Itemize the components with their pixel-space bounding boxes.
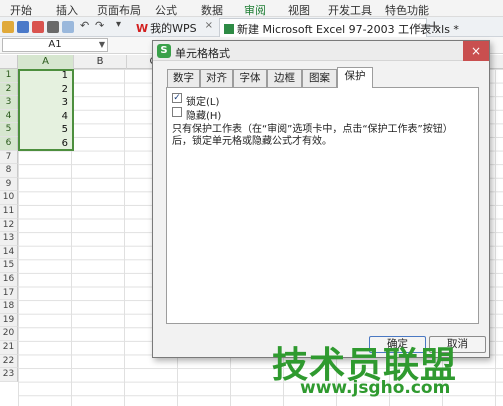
row-header-5[interactable]: 5 [0, 123, 18, 137]
dialog-title: 单元格格式 [175, 47, 230, 60]
menu-data[interactable]: 数据 [201, 2, 223, 18]
cell-a4[interactable]: 4 [18, 110, 72, 124]
menu-home[interactable]: 开始 [10, 2, 32, 18]
dialog-title-bar[interactable]: S 单元格格式 [153, 41, 489, 61]
row-header-23[interactable]: 23 [0, 368, 18, 382]
spreadsheet-icon [224, 24, 234, 34]
format-cells-dialog: S 单元格格式 × 数字 对齐 字体 边框 图案 保护 ✓ 锁定(L) 隐藏(H… [152, 40, 490, 358]
tab-font[interactable]: 字体 [233, 69, 267, 87]
locked-label: 锁定(L) [186, 97, 220, 108]
menu-review[interactable]: 审阅 [244, 2, 266, 18]
close-icon[interactable]: × [205, 20, 213, 31]
menu-formulas[interactable]: 公式 [155, 2, 177, 18]
column-header-b[interactable]: B [74, 55, 127, 69]
quick-access-toolbar: ↶ ↷ ▾ W 我的WPS × 新建 Microsoft Excel 97-200… [0, 17, 503, 37]
undo-icon[interactable]: ↶ [80, 19, 92, 32]
pdf-icon[interactable] [32, 21, 44, 33]
open-folder-icon[interactable] [2, 21, 14, 33]
cell-a1[interactable]: 1 [18, 69, 72, 83]
row-header-13[interactable]: 13 [0, 232, 18, 246]
row-header-3[interactable]: 3 [0, 96, 18, 110]
protection-panel: ✓ 锁定(L) 隐藏(H) 只有保护工作表（在“审阅”选项卡中，点击“保护工作表… [166, 87, 479, 324]
watermark-url: www.jsgho.com [300, 378, 451, 398]
wps-spreadsheet-logo-icon: S [157, 44, 171, 58]
menu-page-layout[interactable]: 页面布局 [97, 2, 141, 18]
row-header-1[interactable]: 1 [0, 69, 18, 83]
row-header-22[interactable]: 22 [0, 354, 18, 369]
menu-insert[interactable]: 插入 [56, 2, 78, 18]
row-header-17[interactable]: 17 [0, 286, 18, 301]
tab-number[interactable]: 数字 [167, 69, 200, 87]
chevron-down-icon[interactable]: ▼ [99, 39, 105, 51]
dropdown-chevron-icon[interactable]: ▾ [116, 19, 128, 31]
row-header-9[interactable]: 9 [0, 177, 18, 192]
protection-note: 只有保护工作表（在“审阅”选项卡中，点击“保护工作表”按钮）后，锁定单元格或隐藏… [172, 124, 453, 147]
tab-my-wps[interactable]: W 我的WPS × [132, 18, 217, 36]
row-header-15[interactable]: 15 [0, 259, 18, 273]
locked-checkbox[interactable]: ✓ [172, 93, 182, 103]
name-box[interactable]: A1 ▼ [2, 38, 108, 52]
cell-a6[interactable]: 6 [18, 137, 72, 151]
tab-excel-label: 新建 Microsoft Excel 97-2003 工作表.xls * [237, 23, 459, 36]
name-box-value: A1 [48, 39, 62, 50]
tab-my-wps-label: 我的WPS [150, 22, 197, 35]
hidden-checkbox[interactable] [172, 107, 182, 117]
cell-a2[interactable]: 2 [18, 83, 72, 97]
save-icon[interactable] [17, 21, 29, 33]
cell-a5[interactable]: 5 [18, 123, 72, 137]
menu-developer[interactable]: 开发工具 [328, 2, 372, 18]
tab-protection[interactable]: 保护 [337, 67, 373, 88]
new-tab-button[interactable]: + [428, 17, 441, 35]
row-header-6[interactable]: 6 [0, 137, 18, 151]
row-header-12[interactable]: 12 [0, 218, 18, 233]
row-header-14[interactable]: 14 [0, 245, 18, 260]
print-icon[interactable] [47, 21, 59, 33]
column-header-a[interactable]: A [18, 55, 74, 69]
row-header-18[interactable]: 18 [0, 300, 18, 314]
row-header-8[interactable]: 8 [0, 164, 18, 178]
close-icon[interactable]: × [414, 21, 422, 32]
preview-icon[interactable] [62, 21, 74, 33]
tab-alignment[interactable]: 对齐 [200, 69, 233, 87]
row-header-19[interactable]: 19 [0, 313, 18, 328]
row-header-10[interactable]: 10 [0, 191, 18, 205]
tab-border[interactable]: 边框 [267, 69, 302, 87]
row-header-16[interactable]: 16 [0, 273, 18, 287]
tab-patterns[interactable]: 图案 [302, 69, 337, 87]
wps-logo-icon: W [136, 22, 149, 35]
row-header-21[interactable]: 21 [0, 341, 18, 355]
row-header-11[interactable]: 11 [0, 205, 18, 219]
row-header-4[interactable]: 4 [0, 109, 18, 124]
close-icon[interactable]: × [463, 41, 489, 61]
redo-icon[interactable]: ↷ [95, 19, 107, 32]
cell-a3[interactable]: 3 [18, 96, 72, 110]
ribbon-menu: 开始 插入 页面布局 公式 数据 审阅 视图 开发工具 特色功能 [0, 0, 503, 17]
row-header-20[interactable]: 20 [0, 327, 18, 341]
row-header-7[interactable]: 7 [0, 150, 18, 165]
select-all-corner[interactable] [0, 55, 18, 69]
tab-excel-workbook[interactable]: 新建 Microsoft Excel 97-2003 工作表.xls * × [219, 18, 459, 37]
menu-view[interactable]: 视图 [288, 2, 310, 18]
menu-features[interactable]: 特色功能 [385, 2, 429, 18]
hidden-label: 隐藏(H) [186, 111, 222, 122]
row-header-2[interactable]: 2 [0, 82, 18, 97]
